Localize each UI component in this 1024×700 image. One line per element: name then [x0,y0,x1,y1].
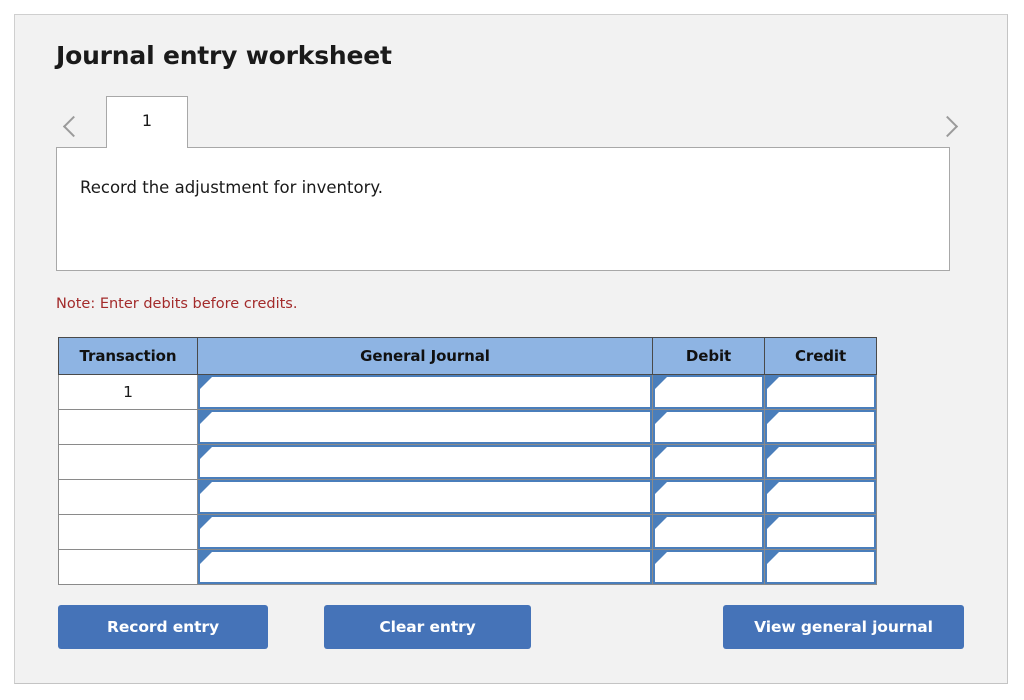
table-header-row: Transaction General Journal Debit Credit [58,337,877,375]
dropdown-marker-icon [655,447,667,459]
column-header-general-journal: General Journal [197,337,653,375]
transaction-cell [58,479,198,515]
credit-field-cell [764,479,877,515]
dropdown-marker-icon [655,482,667,494]
column-header-debit: Debit [652,337,765,375]
next-tab-button[interactable] [934,104,964,148]
credit-field[interactable] [765,445,876,479]
credit-field-cell [764,374,877,410]
dropdown-marker-icon [200,447,212,459]
dropdown-marker-icon [200,552,212,564]
debits-before-credits-note: Note: Enter debits before credits. [56,296,298,312]
debit-field-cell [652,479,765,515]
journal-entry-worksheet-panel: Journal entry worksheet 1 Record the adj… [14,14,1008,684]
page-title: Journal entry worksheet [56,41,392,70]
debit-field[interactable] [653,410,764,444]
debit-field[interactable] [653,550,764,584]
debit-field-cell [652,514,765,550]
transaction-cell [58,549,198,585]
general-journal-field-cell [197,444,653,480]
dropdown-marker-icon [655,517,667,529]
dropdown-marker-icon [200,412,212,424]
debit-field[interactable] [653,375,764,409]
general-journal-field-cell [197,374,653,410]
dropdown-marker-icon [767,482,779,494]
general-journal-field-cell [197,549,653,585]
chevron-right-icon [936,115,958,137]
debit-field-cell [652,374,765,410]
worksheet-description-box: Record the adjustment for inventory. [56,147,950,271]
table-row [58,479,877,515]
credit-field[interactable] [765,550,876,584]
debit-field[interactable] [653,515,764,549]
record-entry-button[interactable]: Record entry [58,605,268,649]
journal-entry-table: Transaction General Journal Debit Credit… [58,337,877,585]
column-header-credit: Credit [764,337,877,375]
table-row [58,409,877,445]
dropdown-marker-icon [200,377,212,389]
credit-field-cell [764,514,877,550]
column-header-transaction: Transaction [58,337,198,375]
worksheet-tab-list: 1 [106,96,188,148]
table-row: 1 [58,374,877,410]
general-journal-field-cell [197,514,653,550]
dropdown-marker-icon [655,412,667,424]
general-journal-field[interactable] [198,515,652,549]
dropdown-marker-icon [655,377,667,389]
previous-tab-button[interactable] [56,104,86,148]
general-journal-field-cell [197,409,653,445]
credit-field[interactable] [765,515,876,549]
credit-field[interactable] [765,410,876,444]
general-journal-field[interactable] [198,375,652,409]
dropdown-marker-icon [767,377,779,389]
worksheet-description-text: Record the adjustment for inventory. [80,178,384,197]
dropdown-marker-icon [200,482,212,494]
general-journal-field-cell [197,479,653,515]
general-journal-field[interactable] [198,550,652,584]
dropdown-marker-icon [767,412,779,424]
journal-table-body: 1 [58,374,877,585]
general-journal-field[interactable] [198,480,652,514]
general-journal-field[interactable] [198,445,652,479]
view-general-journal-button[interactable]: View general journal [723,605,964,649]
clear-entry-button[interactable]: Clear entry [324,605,531,649]
chevron-left-icon [62,115,84,137]
dropdown-marker-icon [767,517,779,529]
table-row [58,549,877,585]
transaction-cell [58,409,198,445]
debit-field[interactable] [653,480,764,514]
dropdown-marker-icon [200,517,212,529]
debit-field-cell [652,409,765,445]
debit-field-cell [652,444,765,480]
dropdown-marker-icon [767,552,779,564]
credit-field-cell [764,409,877,445]
credit-field-cell [764,444,877,480]
dropdown-marker-icon [655,552,667,564]
transaction-cell [58,444,198,480]
tab-1[interactable]: 1 [106,96,188,148]
debit-field-cell [652,549,765,585]
transaction-cell: 1 [58,374,198,410]
table-row [58,444,877,480]
credit-field[interactable] [765,375,876,409]
dropdown-marker-icon [767,447,779,459]
table-row [58,514,877,550]
credit-field[interactable] [765,480,876,514]
general-journal-field[interactable] [198,410,652,444]
transaction-cell [58,514,198,550]
debit-field[interactable] [653,445,764,479]
credit-field-cell [764,549,877,585]
